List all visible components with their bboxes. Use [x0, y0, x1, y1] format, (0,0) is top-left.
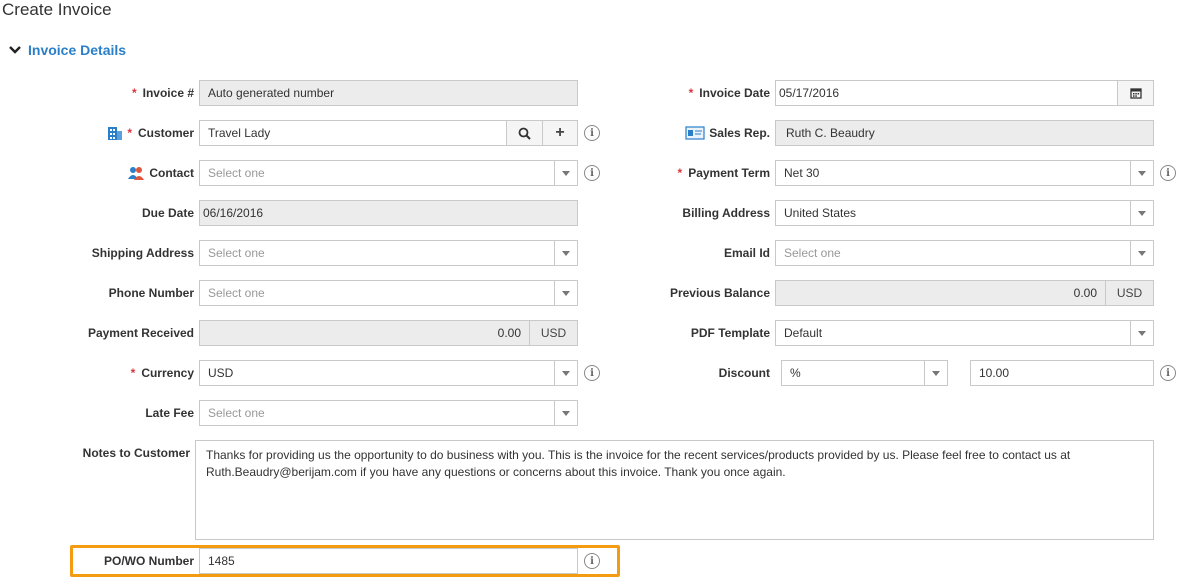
info-icon[interactable]: i	[584, 165, 600, 181]
notes-label: Notes to Customer	[82, 446, 190, 460]
payment-received-field: 0.00	[199, 320, 530, 346]
dropdown-arrow-icon	[1130, 201, 1153, 225]
due-date-label: Due Date	[141, 206, 194, 220]
pdf-template-label: PDF Template	[690, 326, 770, 340]
calendar-icon	[1129, 88, 1142, 99]
dropdown-arrow-icon	[554, 361, 577, 385]
add-customer-button[interactable]: +	[542, 120, 578, 146]
sales-rep-label: Sales Rep.	[620, 119, 770, 147]
required-mark: *	[677, 166, 683, 180]
plus-icon: +	[555, 124, 565, 141]
currency-select[interactable]: USD	[199, 360, 578, 386]
section-title: Invoice Details	[28, 42, 127, 58]
due-date-field: 06/16/2016	[199, 200, 578, 226]
required-mark: *	[127, 126, 132, 140]
pdf-template-select[interactable]: Default	[775, 320, 1154, 346]
required-mark: *	[688, 86, 694, 100]
payment-term-label: * Payment Term	[677, 166, 770, 180]
invoice-date-input[interactable]: 05/17/2016	[775, 80, 1118, 106]
phone-number-select[interactable]: Select one	[199, 280, 578, 306]
payment-term-select[interactable]: Net 30	[775, 160, 1154, 186]
dropdown-arrow-icon	[924, 361, 947, 385]
notes-textarea[interactable]: Thanks for providing us the opportunity …	[195, 440, 1154, 540]
customer-label: * Customer	[60, 119, 194, 147]
payment-received-currency: USD	[529, 320, 578, 346]
invoice-number-label: * Invoice #	[131, 86, 194, 100]
discount-type-select[interactable]: %	[781, 360, 948, 386]
billing-address-label: Billing Address	[682, 206, 770, 220]
dropdown-arrow-icon	[554, 401, 577, 425]
po-number-label: PO/WO Number	[103, 554, 194, 568]
info-icon[interactable]: i	[1160, 365, 1176, 381]
invoice-number-field: Auto generated number	[199, 80, 578, 106]
dropdown-arrow-icon	[1130, 241, 1153, 265]
previous-balance-label: Previous Balance	[669, 286, 770, 300]
dropdown-arrow-icon	[554, 241, 577, 265]
billing-address-select[interactable]: United States	[775, 200, 1154, 226]
chevron-down-icon	[9, 46, 21, 54]
required-mark: *	[130, 366, 136, 380]
dropdown-arrow-icon	[554, 281, 577, 305]
late-fee-label: Late Fee	[145, 406, 194, 420]
calendar-button[interactable]	[1117, 80, 1154, 106]
po-number-input[interactable]: 1485	[199, 548, 578, 574]
payment-received-label: Payment Received	[87, 326, 194, 340]
dropdown-arrow-icon	[1130, 161, 1153, 185]
required-mark: *	[131, 86, 137, 100]
shipping-address-label: Shipping Address	[91, 246, 194, 260]
shipping-address-select[interactable]: Select one	[199, 240, 578, 266]
dropdown-arrow-icon	[554, 161, 577, 185]
late-fee-select[interactable]: Select one	[199, 400, 578, 426]
email-id-label: Email Id	[723, 246, 770, 260]
currency-label: * Currency	[130, 366, 194, 380]
invoice-date-label: * Invoice Date	[688, 86, 770, 100]
previous-balance-currency: USD	[1105, 280, 1154, 306]
phone-number-label: Phone Number	[108, 286, 194, 300]
info-icon[interactable]: i	[584, 365, 600, 381]
section-toggle-invoice-details[interactable]: Invoice Details	[8, 42, 126, 58]
customer-input[interactable]: Travel Lady	[199, 120, 507, 146]
search-icon	[518, 127, 531, 140]
sales-rep-field: Ruth C. Beaudry	[775, 120, 1154, 146]
dropdown-arrow-icon	[1130, 321, 1153, 345]
email-id-select[interactable]: Select one	[775, 240, 1154, 266]
contacts-icon	[128, 167, 145, 180]
info-icon[interactable]: i	[584, 553, 600, 569]
page-title: Create Invoice	[2, 0, 112, 19]
contact-select[interactable]: Select one	[199, 160, 578, 186]
customer-search-button[interactable]	[506, 120, 543, 146]
contact-label: Contact	[60, 159, 194, 187]
discount-value-input[interactable]: 10.00	[970, 360, 1154, 386]
info-icon[interactable]: i	[584, 125, 600, 141]
id-card-icon	[685, 126, 705, 140]
previous-balance-field: 0.00	[775, 280, 1106, 306]
info-icon[interactable]: i	[1160, 165, 1176, 181]
building-icon	[108, 127, 123, 140]
discount-label: Discount	[718, 366, 770, 380]
